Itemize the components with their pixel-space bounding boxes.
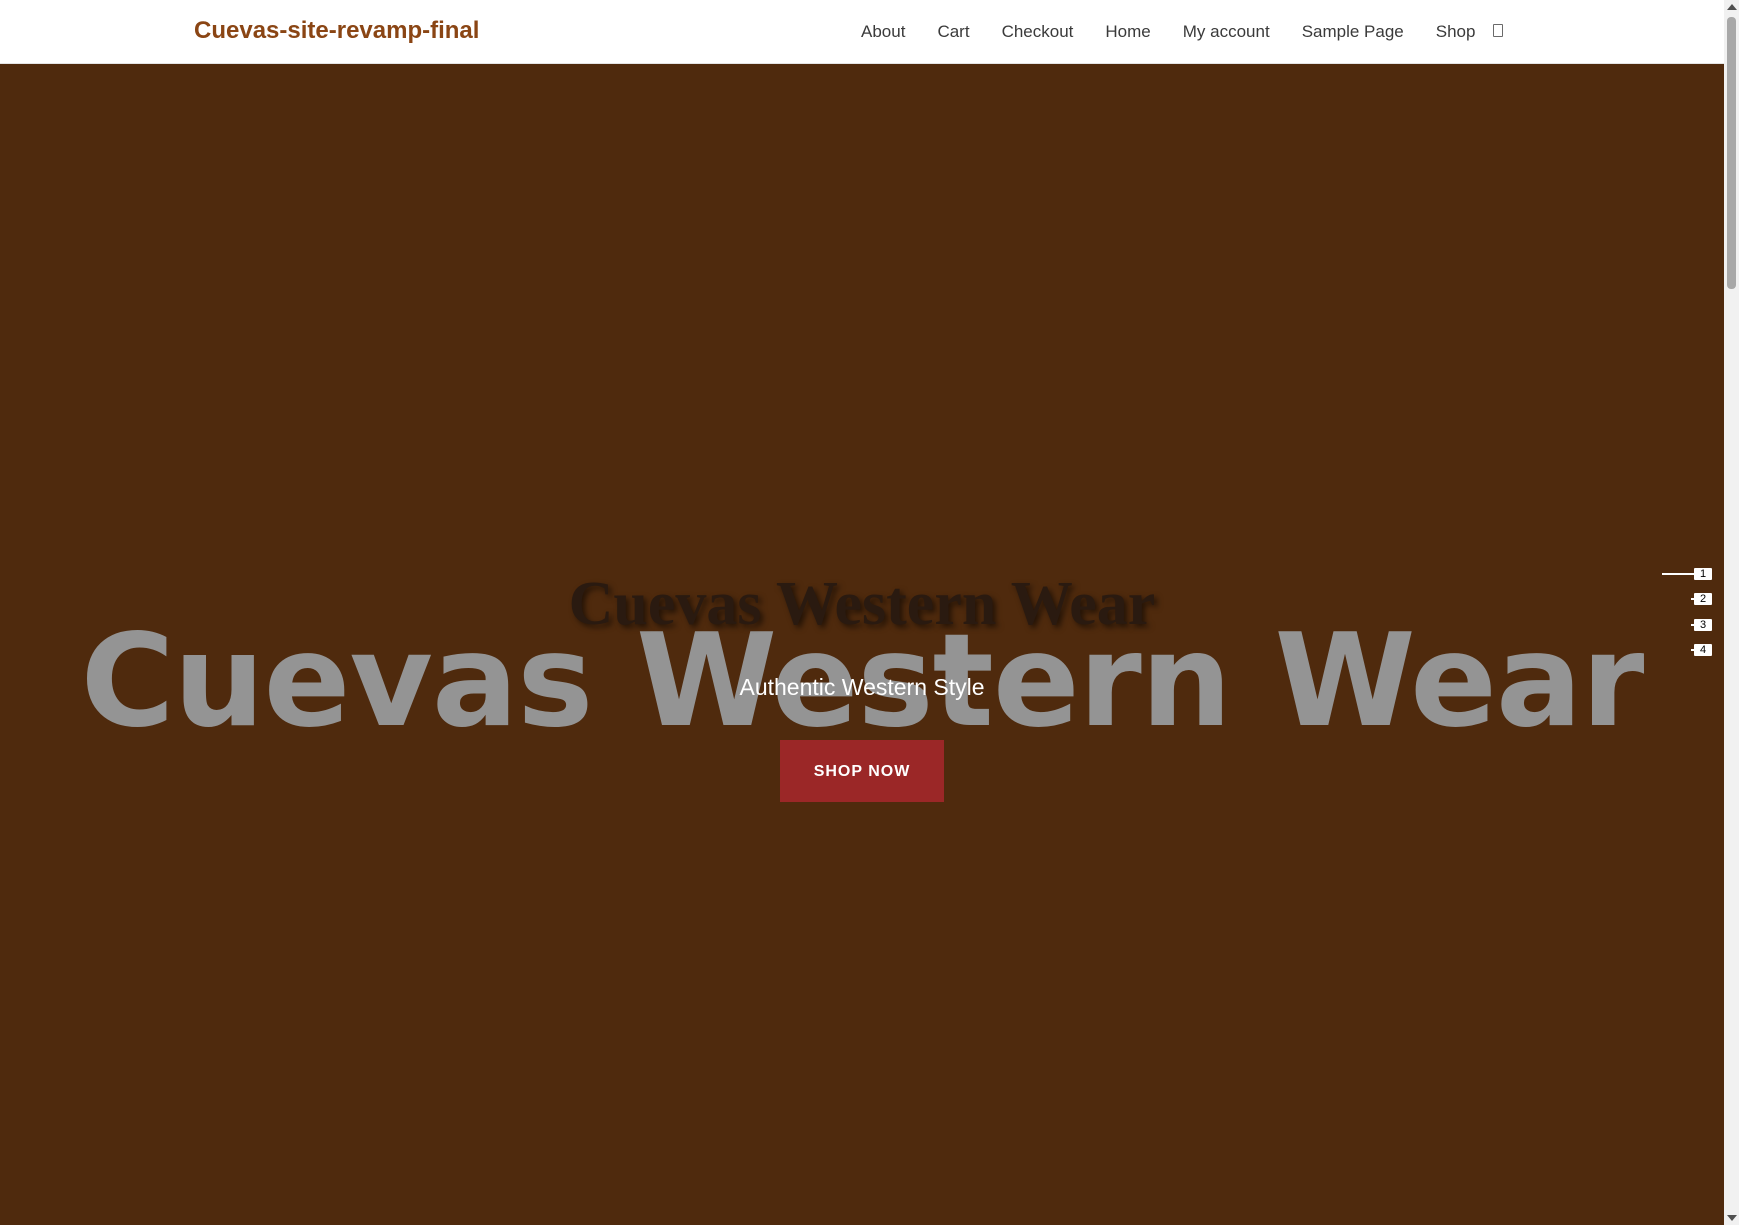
slide-number: 4 [1694,644,1712,656]
hero-title: Cuevas Western Wear [568,570,1156,638]
slide-dot-1[interactable]: 1 [1662,566,1712,582]
scroll-thumb[interactable] [1727,17,1736,289]
slide-dot-4[interactable]: 4 [1691,642,1712,658]
shop-now-button[interactable]: SHOP NOW [780,740,944,802]
nav-item-checkout[interactable]: Checkout [1002,21,1074,43]
slide-number: 3 [1694,619,1712,631]
slide-dot-2[interactable]: 2 [1691,591,1712,607]
hero-section: Cuevas Western Wear Cuevas Western Wear … [0,64,1724,1225]
scroll-up-arrow-icon[interactable] [1727,4,1737,10]
nav-item-cart[interactable]: Cart [937,21,969,43]
nav-item-about[interactable]: About [861,21,905,43]
slide-number: 2 [1694,593,1712,605]
main-nav: About Cart Checkout Home My account Samp… [861,21,1475,43]
scroll-down-arrow-icon[interactable] [1727,1215,1737,1221]
slide-dot-3[interactable]: 3 [1691,617,1712,633]
cart-icon[interactable] [1493,24,1503,37]
active-slide-indicator [1662,573,1694,575]
slide-number: 1 [1694,568,1712,580]
site-title-link[interactable]: Cuevas-site-revamp-final [194,17,479,45]
nav-item-sample-page[interactable]: Sample Page [1302,21,1404,43]
nav-item-home[interactable]: Home [1105,21,1150,43]
site-header: Cuevas-site-revamp-final About Cart Chec… [0,0,1724,64]
hero-subtitle: Authentic Western Style [739,674,985,700]
nav-item-shop[interactable]: Shop [1436,21,1476,43]
nav-item-my-account[interactable]: My account [1183,21,1270,43]
page-scrollbar[interactable] [1724,0,1739,1225]
